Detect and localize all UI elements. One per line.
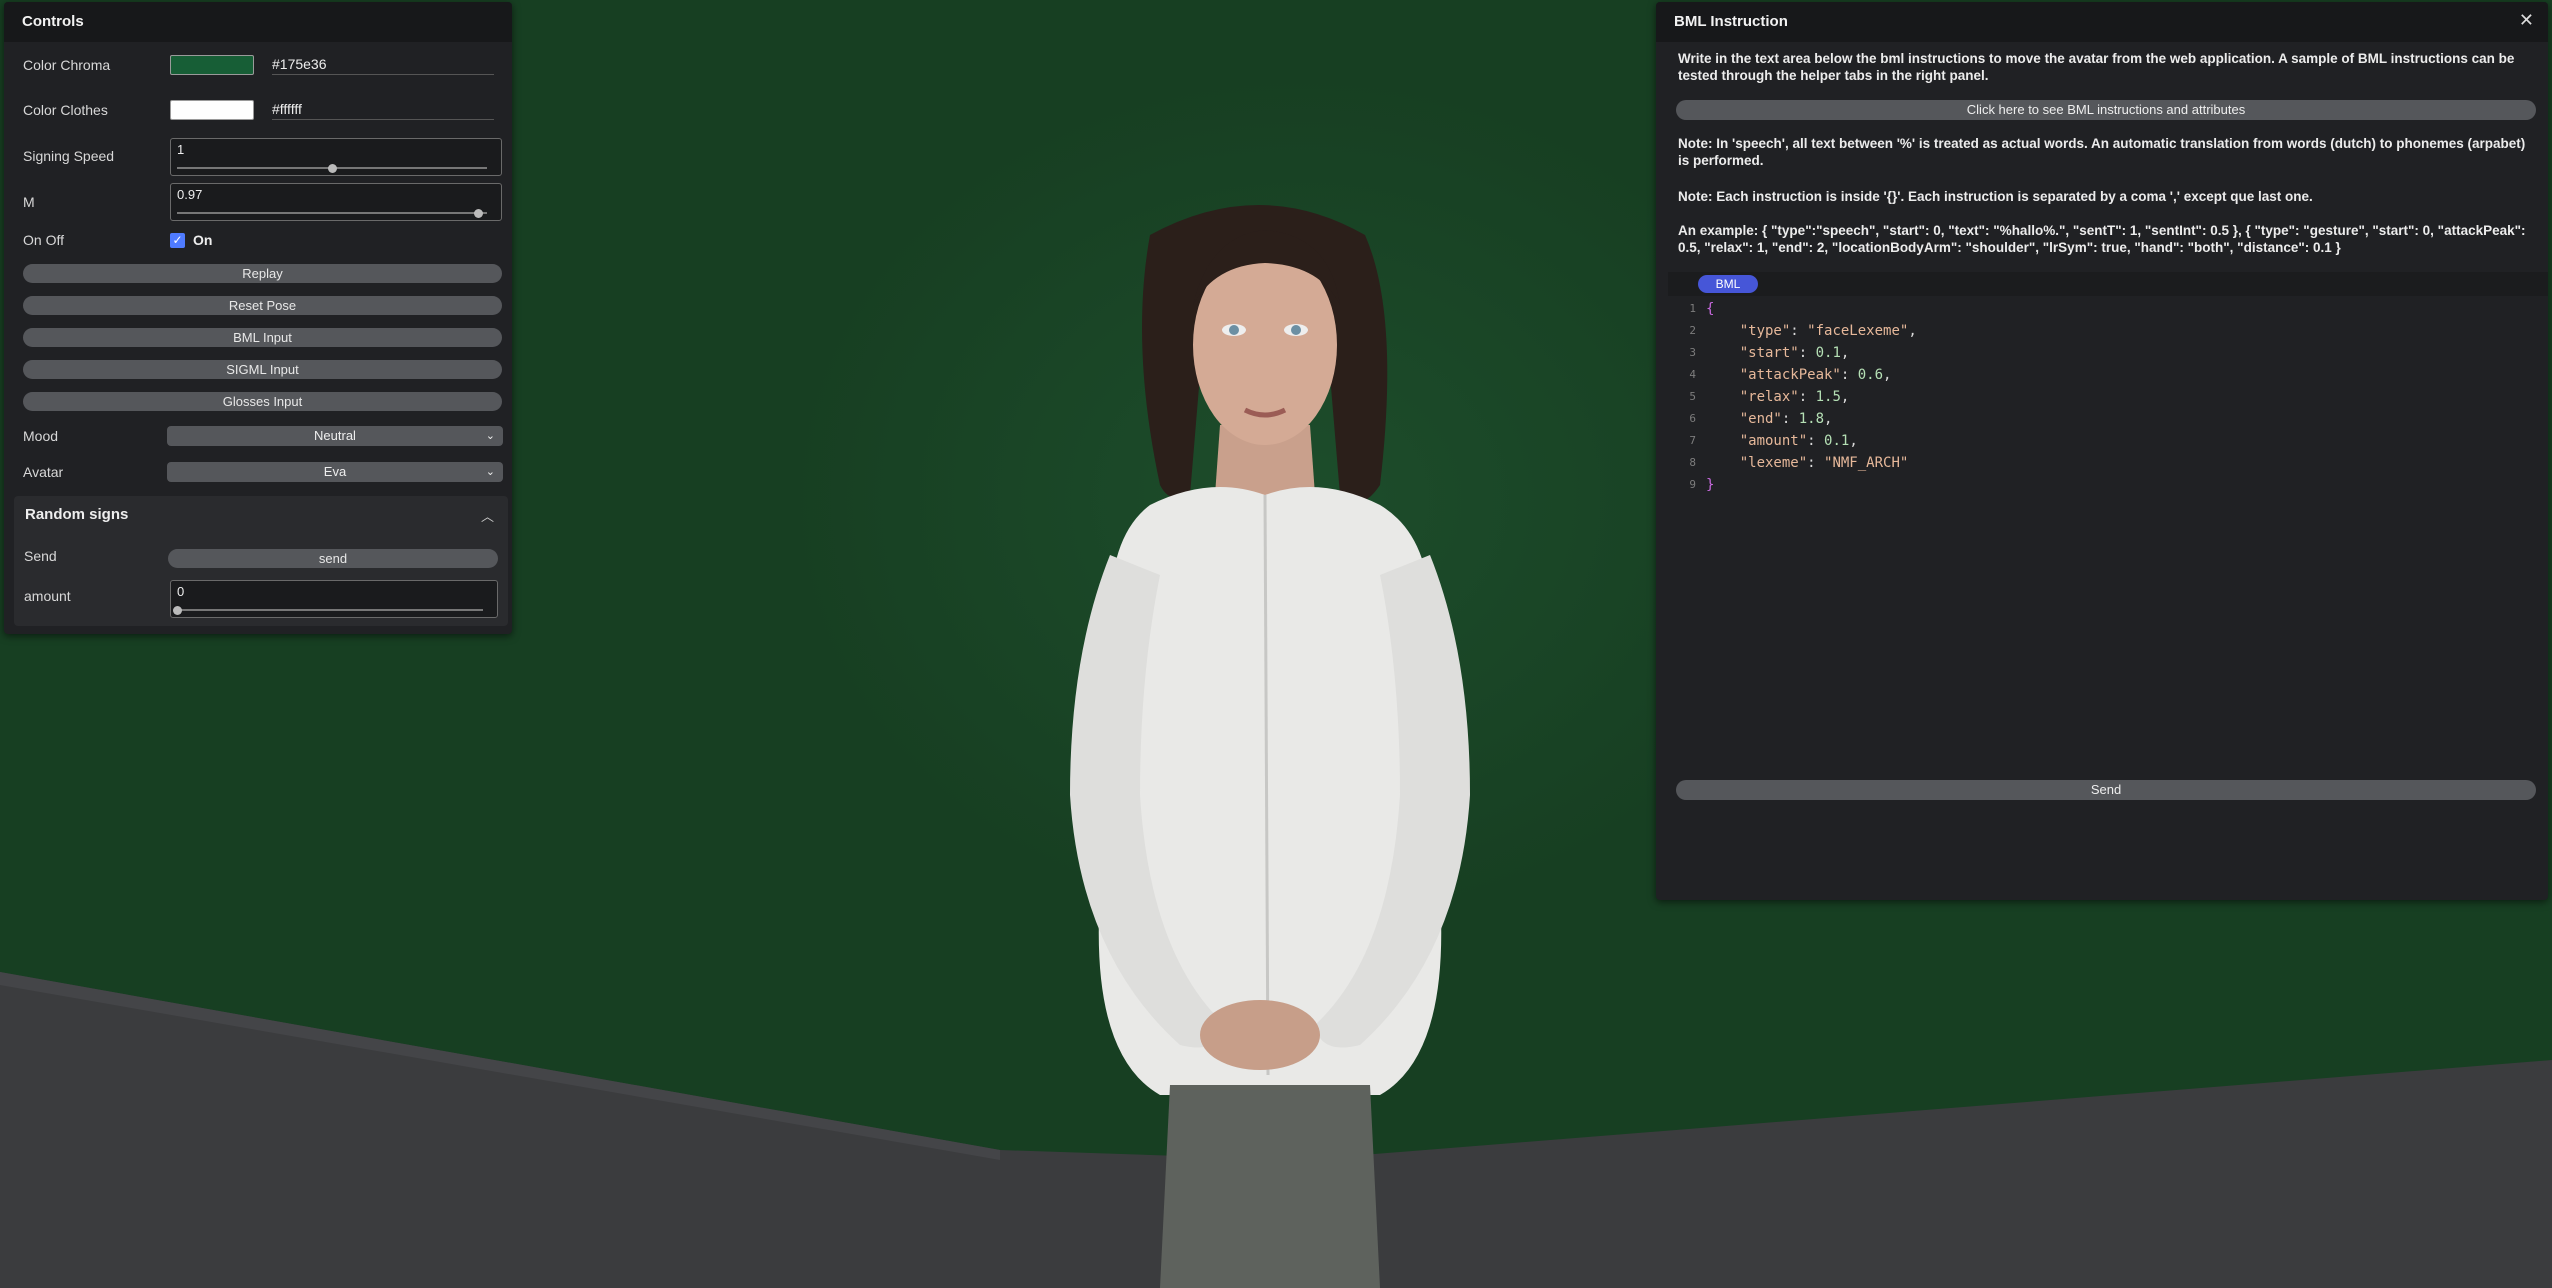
on-off-label: On Off — [23, 232, 64, 248]
mood-select-value: Neutral — [314, 428, 356, 443]
line-number: 3 — [1689, 346, 1696, 359]
avatar-select[interactable]: Eva ⌄ — [167, 462, 503, 482]
line-number: 7 — [1689, 434, 1696, 447]
checkmark-icon: ✓ — [172, 233, 183, 247]
code-line[interactable]: 7 "amount": 0.1, — [1668, 430, 2548, 452]
random-signs-folder: Random signs ︿ Send send amount 0 — [14, 496, 508, 626]
color-chroma-swatch[interactable] — [170, 55, 254, 75]
avatar-model — [1010, 195, 1530, 1288]
random-signs-send-button[interactable]: send — [168, 549, 498, 568]
code-line[interactable]: 4 "attackPeak": 0.6, — [1668, 364, 2548, 386]
m-value[interactable]: 0.97 — [177, 187, 202, 202]
code-line[interactable]: 3 "start": 0.1, — [1668, 342, 2548, 364]
code-text[interactable]: "end": 1.8, — [1706, 408, 1833, 430]
signing-speed-label: Signing Speed — [23, 148, 115, 164]
bml-code-area[interactable]: 1{2 "type": "faceLexeme", 3 "start": 0.1,… — [1668, 298, 2548, 496]
color-clothes-input[interactable]: #ffffff — [272, 101, 494, 120]
code-line[interactable]: 2 "type": "faceLexeme", — [1668, 320, 2548, 342]
color-clothes-swatch[interactable] — [170, 100, 254, 120]
amount-slider[interactable]: 0 — [170, 580, 498, 618]
m-slider[interactable]: 0.97 — [170, 183, 502, 221]
editor-tab-strip: BML — [1668, 272, 2548, 296]
bml-input-button[interactable]: BML Input — [23, 328, 502, 347]
line-number: 1 — [1689, 302, 1696, 315]
avatar-select-value: Eva — [323, 464, 347, 479]
reset-pose-button[interactable]: Reset Pose — [23, 296, 502, 315]
line-number: 9 — [1689, 478, 1696, 491]
code-line[interactable]: 8 "lexeme": "NMF_ARCH" — [1668, 452, 2548, 474]
bml-example: An example: { "type":"speech", "start": … — [1678, 223, 2526, 255]
tab-bml[interactable]: BML — [1698, 275, 1758, 293]
code-text[interactable]: "start": 0.1, — [1706, 342, 1850, 364]
code-text[interactable]: "lexeme": "NMF_ARCH" — [1706, 452, 1909, 474]
m-thumb[interactable] — [473, 209, 483, 218]
m-track — [177, 212, 487, 214]
amount-track — [177, 609, 483, 611]
controls-panel: Controls Color Chroma #175e36 Color Clot… — [4, 2, 512, 634]
bml-note-instruction: Note: Each instruction is inside '{}'. E… — [1678, 189, 2313, 204]
code-text[interactable]: "relax": 1.5, — [1706, 386, 1850, 408]
code-text[interactable]: } — [1706, 474, 1714, 496]
random-signs-send-label: Send — [24, 548, 57, 564]
bml-panel-title: BML Instruction — [1656, 2, 2548, 42]
chevron-up-icon[interactable]: ︿ — [481, 506, 494, 525]
line-number: 2 — [1689, 324, 1696, 337]
chevron-down-icon: ⌄ — [485, 430, 495, 442]
color-clothes-label: Color Clothes — [23, 102, 108, 118]
code-line[interactable]: 1{ — [1668, 298, 2548, 320]
signing-speed-thumb[interactable] — [328, 164, 337, 173]
amount-value[interactable]: 0 — [177, 584, 184, 599]
color-chroma-input[interactable]: #175e36 — [272, 56, 494, 75]
code-text[interactable]: { — [1706, 298, 1714, 320]
bml-intro-text: Write in the text area below the bml ins… — [1678, 51, 2515, 83]
close-icon[interactable]: ✕ — [2519, 10, 2534, 31]
code-line[interactable]: 5 "relax": 1.5, — [1668, 386, 2548, 408]
mood-label: Mood — [23, 428, 59, 444]
amount-thumb[interactable] — [173, 606, 182, 615]
bml-code-editor[interactable]: BML 1{2 "type": "faceLexeme", 3 "start": … — [1668, 272, 2548, 772]
amount-label: amount — [24, 588, 71, 604]
on-off-checkbox-label[interactable]: On — [193, 232, 212, 248]
bml-send-button[interactable]: Send — [1676, 780, 2536, 800]
line-number: 6 — [1689, 412, 1696, 425]
bml-help-button[interactable]: Click here to see BML instructions and a… — [1676, 100, 2536, 120]
line-number: 5 — [1689, 390, 1696, 403]
replay-button[interactable]: Replay — [23, 264, 502, 283]
random-signs-title[interactable]: Random signs — [25, 506, 128, 523]
bml-note-speech: Note: In 'speech', all text between '%' … — [1678, 136, 2526, 168]
sigml-input-button[interactable]: SIGML Input — [23, 360, 502, 379]
code-text[interactable]: "amount": 0.1, — [1706, 430, 1858, 452]
color-chroma-label: Color Chroma — [23, 57, 111, 73]
signing-speed-value[interactable]: 1 — [177, 142, 184, 157]
controls-title: Controls — [4, 2, 512, 42]
glosses-input-button[interactable]: Glosses Input — [23, 392, 502, 411]
line-number: 4 — [1689, 368, 1696, 381]
signing-speed-slider[interactable]: 1 — [170, 138, 502, 176]
avatar-label: Avatar — [23, 464, 64, 480]
bml-instruction-panel: BML Instruction ✕ Write in the text area… — [1656, 2, 2548, 900]
code-line[interactable]: 9} — [1668, 474, 2548, 496]
mood-select[interactable]: Neutral ⌄ — [167, 426, 503, 446]
line-number: 8 — [1689, 456, 1696, 469]
m-label: M — [23, 194, 35, 210]
chevron-down-icon: ⌄ — [485, 466, 495, 478]
on-off-checkbox[interactable]: ✓ — [170, 233, 185, 248]
code-line[interactable]: 6 "end": 1.8, — [1668, 408, 2548, 430]
code-text[interactable]: "attackPeak": 0.6, — [1706, 364, 1892, 386]
code-text[interactable]: "type": "faceLexeme", — [1706, 320, 1917, 342]
